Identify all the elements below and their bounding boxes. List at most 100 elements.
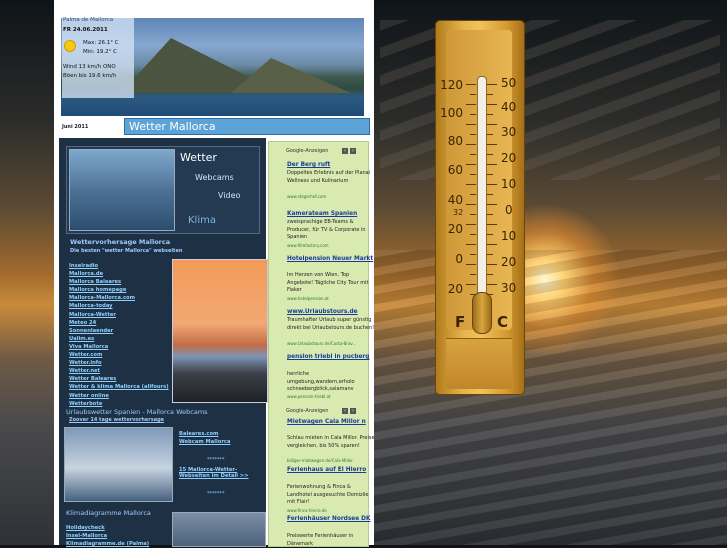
celsius-tick-label: 20 (501, 255, 517, 269)
ad-title[interactable]: Ferienhaus auf El Hierro (287, 467, 375, 473)
forecast-link[interactable]: Mallorca-today (69, 303, 169, 311)
menu-klima[interactable]: Klima (188, 215, 216, 226)
ad-title[interactable]: Hotelpension Neuer Markt (287, 256, 375, 262)
header-month: Juni 2011 (62, 124, 89, 130)
ad-url[interactable]: www.filmfactory.com (287, 243, 375, 248)
ad-body: Schlau mieten in Cala Millor. Preise ver… (287, 435, 375, 449)
klima-link[interactable]: Holidaycheck (66, 525, 105, 531)
forecast-link[interactable]: Viva Mallorca (69, 344, 169, 352)
forecast-link[interactable]: Wetter online (69, 393, 169, 401)
scale-tick (470, 194, 476, 195)
weather-location[interactable]: Palma de Mallorca (63, 17, 113, 23)
forecast-link[interactable]: Meteo 24 (69, 320, 169, 328)
webcams-title: Urlaubswetter Spanien - Mallorca Webcams (66, 408, 208, 416)
scale-tick (466, 244, 476, 245)
scale-tick (470, 134, 476, 135)
thermometer-bulb (472, 292, 492, 334)
celsius-tick-label: 30 (501, 281, 517, 295)
fahrenheit-tick-label: 40 (447, 193, 463, 207)
ads-label: Google-Anzeigen (286, 148, 329, 154)
ad-url[interactable]: www.hotelpension.at (287, 296, 375, 301)
klima-link[interactable]: Klimadiagramme.de (Palma) (66, 541, 149, 547)
celsius-tick-label: 40 (501, 100, 517, 114)
menu-webcams[interactable]: Webcams (195, 173, 234, 182)
site-column: Palma de Mallorca FR 24.06.2011 Max: 26.… (54, 0, 375, 547)
ad-url[interactable]: www.finca-hierro.de (287, 508, 375, 513)
forecast-link[interactable]: Wetter.info (69, 360, 169, 368)
fahrenheit-tick-label: 20 (447, 222, 463, 236)
scale-tick (487, 174, 493, 175)
ad-url[interactable]: billiger-mietwagen.de/Cala-Millor (287, 458, 375, 463)
ads-panel: Google-Anzeigen ‹ › Der Berg ruft Doppel… (268, 141, 375, 547)
menu-wetter[interactable]: Wetter (180, 151, 217, 164)
ad-title[interactable]: Ferienhäuser Nordsee DK (287, 516, 375, 522)
webcam-link[interactable]: Baleares.com (179, 431, 218, 437)
forecast-link[interactable]: Mallorca-Mallorca.com (69, 295, 169, 303)
webcams-subtitle[interactable]: Zoover 14 tage wettervorhersage (69, 417, 164, 423)
ad-title[interactable]: Der Berg ruft (287, 162, 375, 168)
webcam-photo[interactable] (64, 427, 173, 502)
forecast-link[interactable]: Sonnenlaender (69, 328, 169, 336)
forecast-link[interactable]: Wetter.net (69, 368, 169, 376)
scale-tick (487, 234, 493, 235)
fahrenheit-tick-label: 100 (440, 106, 463, 120)
scale-tick (487, 244, 497, 245)
scale-tick (487, 124, 497, 125)
menu-thumbnail[interactable] (69, 149, 175, 231)
scale-tick (487, 164, 497, 165)
celsius-tick-label: 50 (501, 76, 517, 90)
scale-tick (487, 254, 493, 255)
scale-tick (487, 154, 493, 155)
ads-next-button[interactable]: › (350, 408, 356, 414)
fahrenheit-tick-label: 20 (447, 282, 463, 296)
thermometer-tube (477, 76, 487, 296)
scale-tick (470, 294, 476, 295)
scale-tick (487, 184, 497, 185)
scale-tick (466, 204, 476, 205)
forecast-link[interactable]: Ualim.es (69, 336, 169, 344)
ad-title[interactable]: pension triebl in pucberg (287, 354, 375, 360)
forecast-link[interactable]: Wetter Baleares (69, 376, 169, 384)
scale-tick (466, 124, 476, 125)
fahrenheit-tick-label: 60 (447, 163, 463, 177)
ads-next-button[interactable]: › (350, 148, 356, 154)
webcam-detail-link[interactable]: 15 Mallorca-Wetter-Webseiten im Detail >… (179, 467, 264, 479)
scale-tick (487, 114, 493, 115)
forecast-link[interactable]: Mallorca Baleares (69, 279, 169, 287)
background-sky (380, 20, 720, 180)
forecast-link[interactable]: Wetter & klima Mallorca (allfours) (69, 384, 169, 392)
scale-tick (487, 94, 493, 95)
photo-mountain (231, 58, 351, 93)
ad-url[interactable]: www.Urlaubstours.de/Costa-Brav... (287, 341, 375, 346)
thirty-two-mark: 32 (453, 208, 464, 217)
ad-body: Traumhafter Urlaub super günstig direkt … (287, 317, 375, 331)
ad-title[interactable]: Mietwagen Cala Millor n (287, 419, 375, 425)
ad-body: Im Herzen von Wien. Top Angebote! Täglic… (287, 272, 369, 293)
forecast-link[interactable]: Mallorca.de (69, 271, 169, 279)
scale-tick (487, 84, 497, 85)
ads-prev-button[interactable]: ‹ (342, 148, 348, 154)
fahrenheit-unit: F (455, 313, 466, 331)
webcam-link[interactable]: Webcam Mallorca (179, 439, 230, 445)
menu-video[interactable]: Video (218, 191, 240, 200)
celsius-tick-label: 20 (501, 151, 517, 165)
ad-title[interactable]: www.Urlaubstours.de (287, 309, 375, 315)
scale-tick (466, 264, 476, 265)
ad-url[interactable]: www.pension-triebl.at (287, 394, 375, 399)
fahrenheit-tick-label: 0 (455, 252, 463, 266)
ad-url[interactable]: www.stegerhof.com (287, 194, 375, 199)
scale-tick (487, 284, 497, 285)
weather-max: Max: 26.1° C (83, 40, 119, 46)
forecast-link[interactable]: Inselradio (69, 263, 169, 271)
scale-tick (470, 94, 476, 95)
ad-title[interactable]: Kamerateam Spanien (287, 211, 375, 217)
scale-tick (487, 224, 497, 225)
ads-prev-button[interactable]: ‹ (342, 408, 348, 414)
weather-date: FR 24.06.2011 (63, 27, 108, 33)
scale-tick (466, 284, 476, 285)
scale-tick (466, 184, 476, 185)
forecast-link[interactable]: Wetter.com (69, 352, 169, 360)
forecast-link[interactable]: Mallorca homepage (69, 287, 169, 295)
forecast-link[interactable]: Mallorca-Wetter (69, 312, 169, 320)
klima-link[interactable]: Insel-Mallorca (66, 533, 107, 539)
